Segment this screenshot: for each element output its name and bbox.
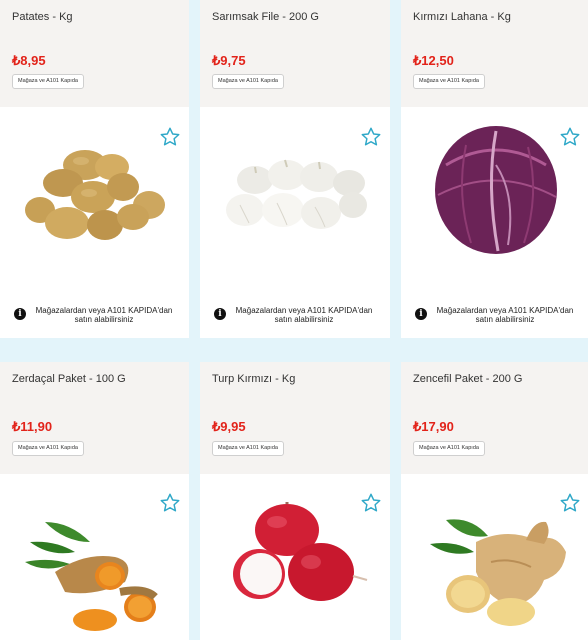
availability-note: i Mağazalardan veya A101 KAPIDA'dan satı… — [14, 306, 183, 324]
product-title[interactable]: Kırmızı Lahana - Kg — [413, 11, 511, 23]
note-text: Mağazalardan veya A101 KAPIDA'dan satın … — [235, 306, 373, 324]
red-radish-image[interactable] — [215, 502, 375, 632]
card-header: Turp Kırmızı - Kg ₺9,95 Mağaza ve A101 K… — [200, 362, 390, 474]
availability-note: i Mağazalardan veya A101 KAPIDA'dan satı… — [415, 306, 582, 324]
product-card-patates[interactable]: Patates - Kg ₺8,95 Mağaza ve A101 Kapıda… — [0, 0, 189, 338]
card-header: Patates - Kg ₺8,95 Mağaza ve A101 Kapıda — [0, 0, 189, 107]
availability-badge: Mağaza ve A101 Kapıda — [12, 441, 84, 456]
info-icon: i — [415, 308, 427, 320]
info-icon: i — [14, 308, 26, 320]
product-grid: Patates - Kg ₺8,95 Mağaza ve A101 Kapıda… — [0, 0, 588, 640]
card-header: Sarımsak File - 200 G ₺9,75 Mağaza ve A1… — [200, 0, 390, 107]
product-price: ₺9,95 — [212, 419, 246, 434]
product-price: ₺9,75 — [212, 53, 246, 68]
red-cabbage-image[interactable] — [416, 125, 576, 255]
potatoes-image[interactable] — [15, 125, 175, 255]
availability-note: i Mağazalardan veya A101 KAPIDA'dan satı… — [214, 306, 384, 324]
info-icon: i — [214, 308, 226, 320]
product-card-kirmizi-lahana[interactable]: Kırmızı Lahana - Kg ₺12,50 Mağaza ve A10… — [401, 0, 588, 338]
product-title[interactable]: Patates - Kg — [12, 11, 73, 23]
availability-badge: Mağaza ve A101 Kapıda — [212, 74, 284, 89]
product-title[interactable]: Turp Kırmızı - Kg — [212, 373, 295, 385]
product-card-sarimsak[interactable]: Sarımsak File - 200 G ₺9,75 Mağaza ve A1… — [200, 0, 390, 338]
product-price: ₺12,50 — [413, 53, 454, 68]
product-title[interactable]: Zerdaçal Paket - 100 G — [12, 373, 126, 385]
product-card-zencefil[interactable]: Zencefil Paket - 200 G ₺17,90 Mağaza ve … — [401, 362, 588, 640]
availability-badge: Mağaza ve A101 Kapıda — [212, 441, 284, 456]
note-text: Mağazalardan veya A101 KAPIDA'dan satın … — [35, 306, 173, 324]
product-title[interactable]: Zencefil Paket - 200 G — [413, 373, 522, 385]
availability-badge: Mağaza ve A101 Kapıda — [413, 441, 485, 456]
card-header: Zerdaçal Paket - 100 G ₺11,90 Mağaza ve … — [0, 362, 189, 474]
availability-badge: Mağaza ve A101 Kapıda — [413, 74, 485, 89]
product-title[interactable]: Sarımsak File - 200 G — [212, 11, 319, 23]
turmeric-image[interactable] — [15, 502, 175, 632]
note-text: Mağazalardan veya A101 KAPIDA'dan satın … — [436, 306, 574, 324]
product-price: ₺11,90 — [12, 419, 53, 434]
garlic-image[interactable] — [215, 125, 375, 255]
card-header: Zencefil Paket - 200 G ₺17,90 Mağaza ve … — [401, 362, 588, 474]
product-price: ₺8,95 — [12, 53, 46, 68]
product-card-zerdacal[interactable]: Zerdaçal Paket - 100 G ₺11,90 Mağaza ve … — [0, 362, 189, 640]
product-card-turp[interactable]: Turp Kırmızı - Kg ₺9,95 Mağaza ve A101 K… — [200, 362, 390, 640]
ginger-image[interactable] — [416, 502, 576, 632]
product-price: ₺17,90 — [413, 419, 454, 434]
card-header: Kırmızı Lahana - Kg ₺12,50 Mağaza ve A10… — [401, 0, 588, 107]
availability-badge: Mağaza ve A101 Kapıda — [12, 74, 84, 89]
